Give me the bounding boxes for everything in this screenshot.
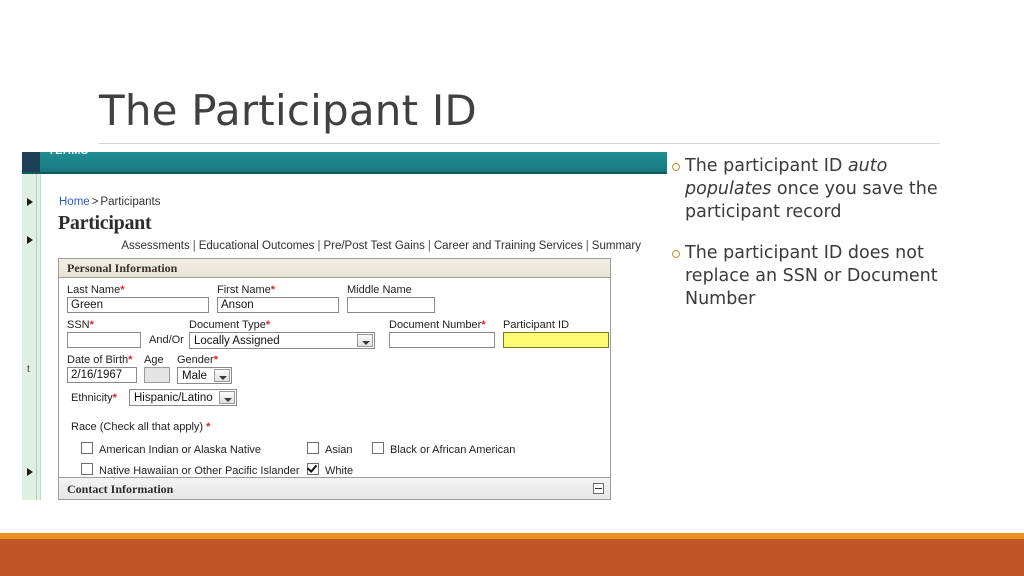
checkbox-icon[interactable] (81, 442, 93, 454)
bullet-text-part1: The participant ID does not replace an S… (685, 242, 938, 309)
ssn-input[interactable] (67, 332, 141, 348)
rail-expand-arrow-3[interactable] (27, 468, 33, 476)
race-option-label: Native Hawaiian or Other Pacific Islande… (99, 465, 300, 477)
last-name-input[interactable] (67, 297, 209, 313)
app-name-label: TEAMS (48, 152, 89, 157)
footer-band (0, 539, 1024, 576)
required-marker: * (120, 284, 125, 296)
contact-information-section-header[interactable]: Contact Information (59, 477, 610, 499)
panel-body: Last Name* First Name* Middle Name SSN* … (59, 278, 610, 499)
subnav-separator-1: | (192, 240, 196, 252)
required-marker: * (481, 319, 486, 331)
required-marker: * (270, 284, 276, 296)
required-marker: * (128, 354, 133, 366)
race-option-american-indian-or-alaska-native[interactable]: American Indian or Alaska Native (81, 442, 261, 456)
race-option-black-or-african-american[interactable]: Black or African American (372, 442, 515, 456)
rail-expand-arrow-1[interactable] (27, 198, 33, 206)
breadcrumb: Home > Participants (59, 196, 161, 208)
race-option-label: Black or African American (390, 444, 516, 456)
subnav-item-pre-post-test-gains[interactable]: Pre/Post Test Gains (323, 240, 424, 252)
last-name-label: Last Name* (67, 284, 125, 296)
contact-information-title: Contact Information (67, 482, 174, 496)
teams-application-screenshot: TEAMS t Home>Participants Participant As… (22, 152, 667, 500)
race-option-label: Asian (325, 444, 353, 456)
document-number-label: Document Number* (389, 319, 486, 331)
required-marker: * (213, 354, 218, 366)
rail-divider (36, 174, 37, 500)
race-option-label: American Indian or Alaska Native (99, 444, 262, 456)
ssn-label: SSN* (67, 319, 94, 331)
rail-truncated-label: t (27, 364, 30, 375)
ethnicity-value: Hispanic/Latino (134, 392, 213, 404)
document-number-input[interactable] (389, 332, 495, 348)
participant-id-input[interactable] (503, 332, 609, 348)
subnav-separator-3: | (427, 240, 431, 252)
app-header-bar: TEAMS (22, 152, 667, 172)
bullet-marker-icon (672, 163, 680, 171)
subnav-item-assessments[interactable]: Assessments (121, 240, 189, 252)
rail-expand-arrow-2[interactable] (27, 236, 33, 244)
ethnicity-label: Ethnicity* (71, 392, 117, 404)
subnav-item-summary[interactable]: Summary (592, 240, 641, 252)
gender-select[interactable]: Male (177, 367, 232, 384)
sub-navigation: Assessments | Educational Outcomes | Pre/Pos… (41, 240, 667, 252)
subnav-item-educational-outcomes[interactable]: Educational Outcomes (199, 240, 315, 252)
gender-value: Male (182, 370, 207, 382)
checkbox-icon[interactable] (307, 442, 319, 454)
age-input (144, 367, 170, 383)
app-header-logo-block (22, 152, 40, 172)
app-page-body: Home > Participants Participant Assessment… (41, 174, 667, 500)
required-marker: * (89, 319, 94, 331)
left-navigation-rail (22, 174, 41, 500)
first-name-label: First Name* (217, 284, 276, 296)
middle-name-input[interactable] (347, 297, 435, 313)
subnav-separator-4: | (585, 240, 589, 252)
document-type-select[interactable]: Locally Assigned (189, 332, 375, 349)
bullet-list: The participant ID auto populates once y… (672, 155, 942, 329)
chevron-down-icon[interactable] (214, 369, 230, 382)
middle-name-label: Middle Name (347, 284, 412, 296)
required-marker: * (265, 319, 271, 331)
race-option-asian[interactable]: Asian (307, 442, 353, 456)
first-name-input[interactable] (217, 297, 339, 313)
breadcrumb-home-link[interactable]: Home (59, 196, 90, 208)
collapse-minus-icon[interactable] (593, 483, 604, 494)
race-option-native-hawaiian-or-other-pacific-islander[interactable]: Native Hawaiian or Other Pacific Islande… (81, 463, 300, 477)
chevron-down-icon[interactable] (357, 334, 373, 347)
bullet-marker-icon (672, 249, 680, 258)
race-label: Race (Check all that apply) * (71, 421, 211, 433)
date-of-birth-input[interactable] (67, 367, 137, 383)
subnav-item-career-and-training-services[interactable]: Career and Training Services (434, 240, 583, 252)
date-of-birth-label: Date of Birth* (67, 354, 133, 366)
checkbox-icon[interactable] (372, 442, 384, 454)
required-marker: * (112, 392, 117, 404)
gender-label: Gender* (177, 354, 218, 366)
list-item: The participant ID auto populates once y… (672, 155, 942, 224)
breadcrumb-separator: > (91, 196, 99, 208)
race-option-white[interactable]: White (307, 463, 353, 477)
bullet-text-part1: The participant ID (685, 156, 848, 176)
chevron-down-icon[interactable] (219, 391, 235, 404)
ethnicity-select[interactable]: Hispanic/Latino (129, 389, 237, 406)
panel-header-title: Personal Information (59, 259, 610, 278)
app-page-heading: Participant (58, 212, 152, 234)
list-item: The participant ID does not replace an S… (672, 242, 942, 311)
title-divider (99, 143, 940, 144)
checkbox-checked-icon[interactable] (307, 463, 319, 475)
participant-id-label: Participant ID (503, 319, 570, 331)
race-option-label: White (325, 465, 354, 477)
breadcrumb-current: Participants (100, 196, 161, 208)
required-marker: * (206, 421, 211, 433)
personal-information-panel: Personal Information Last Name* First Na… (58, 258, 611, 500)
and-or-label: And/Or (149, 334, 184, 346)
document-type-value: Locally Assigned (194, 335, 280, 347)
age-label: Age (144, 354, 164, 366)
page-title: The Participant ID (99, 86, 477, 135)
checkbox-icon[interactable] (81, 463, 93, 475)
document-type-label: Document Type* (189, 319, 271, 331)
